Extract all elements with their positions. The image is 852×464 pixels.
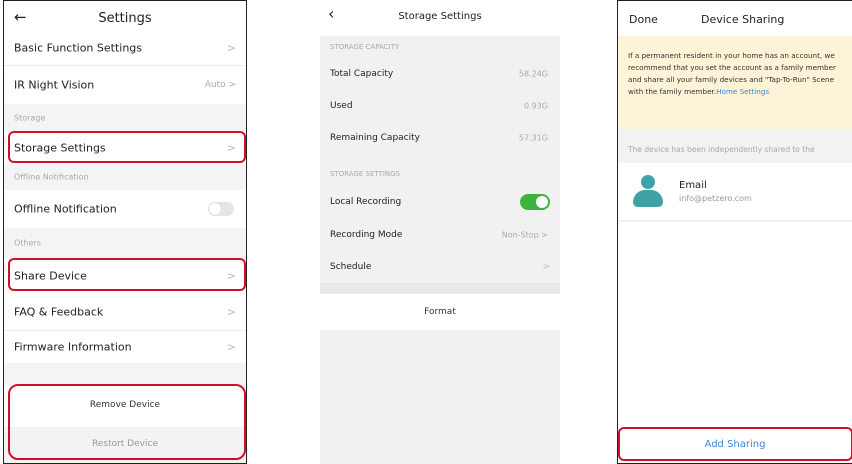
- row-label: Schedule: [330, 262, 372, 272]
- row-label: Used: [330, 101, 353, 111]
- section-header-storage: Storage: [4, 104, 246, 131]
- section-label: STORAGE SETTINGS: [330, 170, 401, 178]
- home-settings-link[interactable]: Home Settings: [716, 87, 769, 96]
- row-label: Offline Notification: [14, 202, 117, 216]
- used-value: 0.93G: [523, 101, 548, 111]
- section-header-capacity: STORAGE CAPACITY: [320, 36, 560, 58]
- row-label: Firmware Information: [14, 340, 132, 354]
- format-button[interactable]: Format: [320, 294, 560, 330]
- offline-notification-toggle[interactable]: [208, 202, 234, 216]
- total-capacity-row: Total Capacity 58.24G: [320, 58, 560, 90]
- settings-header: ← Settings: [4, 1, 246, 35]
- shared-user-row[interactable]: Email info@petzero.com: [618, 163, 852, 220]
- faq-feedback-row[interactable]: FAQ & Feedback >: [4, 295, 246, 329]
- row-label: Local Recording: [330, 197, 402, 207]
- row-label: IR Night Vision: [14, 78, 95, 92]
- user-email: info@petzero.com: [679, 194, 752, 203]
- local-recording-row: Local Recording: [320, 186, 560, 218]
- storage-header: ‹ Storage Settings: [320, 0, 560, 36]
- remaining-capacity-value: 57.31G: [518, 133, 548, 143]
- section-header-others: Others: [4, 228, 246, 258]
- row-label: FAQ & Feedback: [14, 305, 104, 319]
- user-avatar-icon: [633, 175, 663, 208]
- section-header-offline: Offline Notification: [4, 164, 246, 190]
- page-title: Settings: [98, 11, 152, 26]
- section-label: STORAGE CAPACITY: [330, 43, 400, 51]
- row-label: Basic Function Settings: [14, 41, 143, 54]
- local-recording-toggle[interactable]: [520, 194, 550, 210]
- schedule-row[interactable]: Schedule >: [320, 251, 560, 283]
- chevron-right-icon: >: [226, 340, 236, 354]
- storage-settings-screen: ‹ Storage Settings STORAGE CAPACITY Tota…: [320, 0, 560, 464]
- highlight-storage-settings: [8, 131, 246, 163]
- section-label: Offline Notification: [14, 172, 89, 182]
- row-label: Recording Mode: [330, 229, 403, 240]
- row-label: Remaining Capacity: [330, 133, 420, 143]
- basic-function-settings-row[interactable]: Basic Function Settings >: [4, 31, 246, 64]
- recording-mode-row[interactable]: Recording Mode Non-Stop >: [320, 218, 560, 251]
- format-label: Format: [424, 307, 456, 317]
- user-type: Email: [679, 180, 707, 191]
- spacer: [320, 283, 560, 294]
- ir-night-vision-row[interactable]: IR Night Vision Auto >: [4, 66, 246, 104]
- highlight-add-sharing: [618, 427, 852, 461]
- page-title: Storage Settings: [398, 11, 482, 22]
- remaining-capacity-row: Remaining Capacity 57.31G: [320, 122, 560, 154]
- offline-notification-row: Offline Notification: [4, 190, 246, 228]
- sharing-header: Done Device Sharing: [618, 1, 852, 36]
- used-row: Used 0.93G: [320, 90, 560, 122]
- page-title: Device Sharing: [701, 13, 785, 26]
- section-label: Others: [14, 238, 41, 248]
- shared-note: The device has been independently shared…: [628, 145, 815, 154]
- settings-screen: ← Settings Basic Function Settings > IR …: [3, 0, 247, 464]
- chevron-right-icon: >: [226, 41, 236, 54]
- row-label: Total Capacity: [330, 69, 394, 79]
- recording-mode-value: Non-Stop >: [501, 230, 548, 239]
- device-sharing-screen: Done Device Sharing If a permanent resid…: [617, 0, 852, 464]
- section-header-settings: STORAGE SETTINGS: [320, 162, 560, 186]
- ir-night-vision-value: Auto >: [204, 80, 236, 90]
- highlight-device-actions: [8, 384, 246, 460]
- done-button[interactable]: Done: [629, 13, 658, 26]
- total-capacity-value: 58.24G: [518, 69, 548, 79]
- empty-list-area: [618, 222, 852, 427]
- chevron-right-icon: >: [226, 305, 236, 319]
- firmware-information-row[interactable]: Firmware Information >: [4, 331, 246, 363]
- chevron-right-icon: >: [542, 262, 550, 272]
- highlight-share-device: [8, 258, 246, 291]
- section-label: Storage: [14, 113, 46, 122]
- spacer: [4, 363, 246, 385]
- family-notice: If a permanent resident in your home has…: [618, 36, 852, 129]
